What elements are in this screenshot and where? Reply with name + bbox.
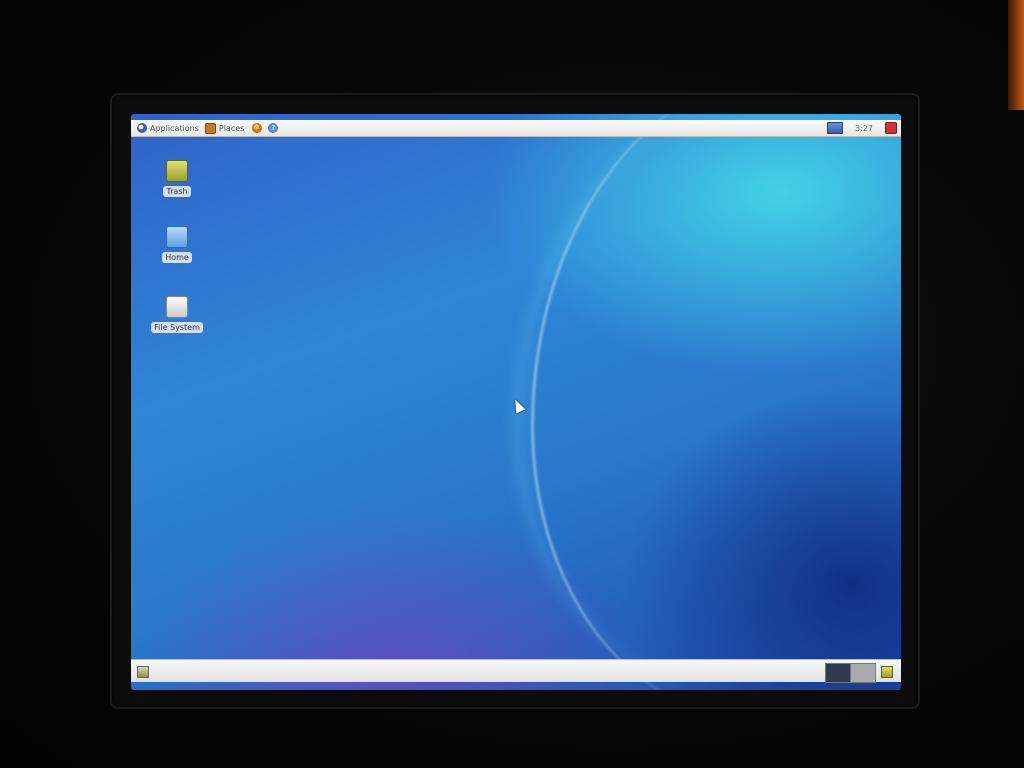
firefox-launcher-icon[interactable]: [252, 123, 263, 133]
trash-icon: [166, 160, 188, 182]
desktop-icon-label: Home: [162, 252, 192, 263]
desktop-screen: Applications Places ? 3:27 Trash Home Fi…: [131, 114, 901, 690]
distro-logo-icon: [137, 123, 147, 133]
places-menu[interactable]: Places: [204, 122, 245, 134]
logout-icon[interactable]: [885, 122, 897, 134]
panel-tray: 3:27: [827, 120, 897, 136]
folder-home-icon: [166, 226, 188, 248]
desktop-icon-label: Trash: [163, 186, 191, 197]
places-icon: [204, 122, 216, 134]
trash-applet-icon[interactable]: [881, 666, 893, 678]
top-panel: Applications Places ? 3:27: [131, 120, 901, 137]
desktop-icon-trash[interactable]: Trash: [147, 160, 207, 197]
clock[interactable]: 3:27: [855, 124, 873, 133]
places-menu-label: Places: [218, 123, 245, 133]
desktop-icon-home[interactable]: Home: [147, 226, 207, 263]
desktop-icon-file-system[interactable]: File System: [147, 292, 207, 333]
help-launcher-icon[interactable]: ?: [268, 123, 279, 133]
applications-menu[interactable]: Applications: [137, 123, 199, 133]
drive-icon: [166, 296, 188, 318]
network-icon[interactable]: [827, 122, 844, 134]
desktop-icon-label: File System: [151, 322, 203, 333]
show-desktop-icon[interactable]: [137, 666, 149, 678]
bottom-panel: [131, 659, 901, 683]
background-object: [1008, 0, 1024, 110]
workspace-switcher-1[interactable]: [825, 663, 851, 683]
workspace-switcher-2[interactable]: [850, 663, 876, 683]
applications-menu-label: Applications: [150, 123, 199, 133]
